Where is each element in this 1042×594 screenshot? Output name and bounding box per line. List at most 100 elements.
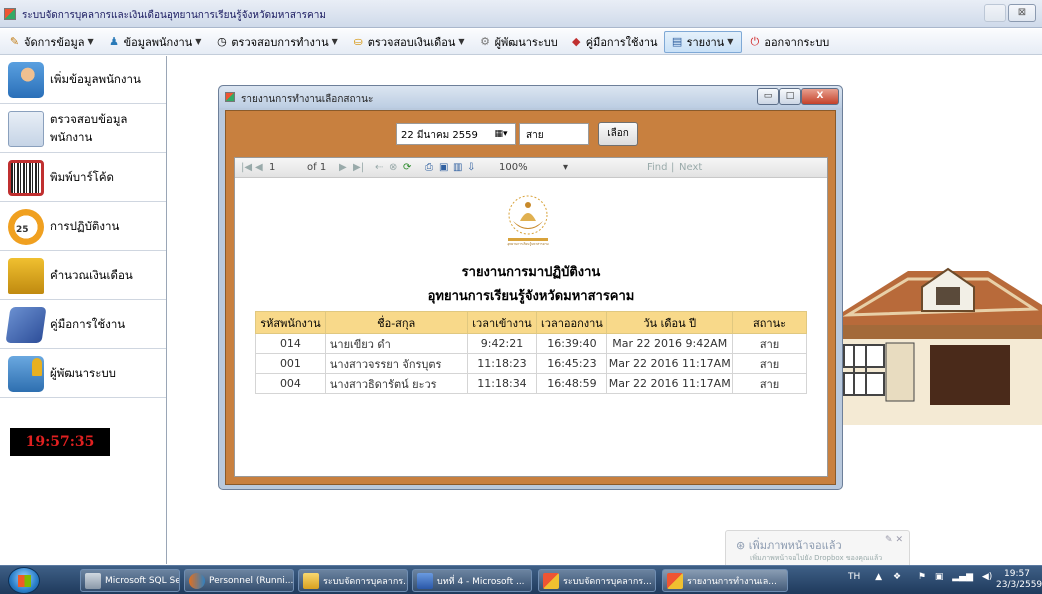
close-button[interactable]: ⊠ [1008,4,1036,22]
chevron-down-icon: ▼ [331,37,338,46]
zoom-select[interactable]: 100% [499,162,528,173]
manual-book-icon [5,306,47,343]
sidebar-item-print-barcode[interactable]: พิมพ์บาร์โค้ด [0,154,166,202]
show-hidden-icons-icon[interactable]: ▲ [875,572,882,582]
volume-icon[interactable]: ◀) [982,572,992,582]
app-window-icon [543,572,559,589]
print-layout-icon[interactable]: ▣ [439,162,448,173]
window-icon [225,92,235,102]
sidebar: เพิ่มข้อมูลพนักงาน ตรวจสอบข้อมูลพนักงาน … [0,56,167,564]
visual-studio-icon [189,572,205,589]
table-cell: 001 [255,353,326,374]
menu-developer[interactable]: ⚙ ผู้พัฒนาระบบ [473,31,564,53]
report-subtitle: อุทยานการเรียนรู้จังหวัดมหาสารคาม [427,289,635,304]
sidebar-item-developer[interactable]: ผู้พัฒนาระบบ [0,350,166,398]
page-number-input[interactable]: 1 [269,162,275,173]
select-button[interactable]: เลือก [598,122,638,146]
organization-logo: อุทยานการเรียนรู้มหาสารคาม [507,195,549,247]
flag-tray-icon[interactable]: ⚑ [918,572,926,582]
refresh-icon[interactable]: ⟳ [403,162,411,173]
chevron-down-icon: ▼ [458,37,465,46]
tray-date: 23/3/2559 [996,580,1042,590]
developer-house-icon [8,355,44,392]
taskbar-item-folder[interactable]: ระบบจัดการบุคลากร... [298,569,408,592]
window-maximize-button[interactable]: □ [779,88,801,105]
status-input[interactable]: สาย [519,123,589,145]
menu-manage-data[interactable]: ✎ จัดการข้อมูล ▼ [2,31,102,53]
report-title: รายงานการมาปฏิบัติงาน [461,265,601,280]
table-cell: สาย [732,333,807,354]
taskbar-item-app[interactable]: ระบบจัดการบุคลากร... [538,569,656,592]
attendance-table: รหัสพนักงาน ชื่อ-สกุล เวลาเข้างาน เวลาออ… [255,311,807,394]
language-indicator[interactable]: TH [848,572,860,582]
print-icon[interactable]: ⎙ [425,162,433,173]
system-tray: TH ▲ ❖ ⚑ ▣ ▂▄▆ ◀) [848,572,992,582]
prev-page-button[interactable]: ◀ [255,162,263,173]
menu-logout[interactable]: ⏻ ออกจากระบบ [742,31,835,53]
column-header: วัน เดือน ปี [606,311,734,334]
calendar-icon: 25 [8,208,44,245]
notification-close-icon[interactable]: ✎ ✕ [885,535,903,545]
sidebar-item-calculate-salary[interactable]: คำนวณเงินเดือน [0,252,166,300]
table-cell: สาย [732,353,807,374]
table-row: 014 นายเขียว ดำ 9:42:21 16:39:40 Mar 22 … [255,333,807,354]
tray-clock[interactable]: 19:57 23/3/2559 [996,569,1042,591]
app-icon [4,8,16,20]
menu-report[interactable]: ▤ รายงาน ▼ [663,30,743,53]
dropbox-notification[interactable]: ⊛ เพิ่มภาพหน้าจอแล้ว เพิ่มภาพหน้าจอไปยัง… [725,530,910,570]
windows-logo-icon [18,575,31,587]
menu-employee-data[interactable]: ♟ ข้อมูลพนักงาน ▼ [102,31,210,53]
add-employee-icon [8,61,44,98]
menu-check-work[interactable]: ◷ ตรวจสอบการทำงาน ▼ [209,31,345,53]
calendar-dropdown-icon[interactable]: ▦▾ [488,124,514,144]
sidebar-item-check-employee[interactable]: ตรวจสอบข้อมูลพนักงาน [0,105,166,153]
column-header: เวลาเข้างาน [466,311,538,334]
first-page-button[interactable]: |◀ [241,162,252,173]
window-minimize-button[interactable]: ▭ [757,88,779,105]
sidebar-item-attendance[interactable]: 25 การปฏิบัติงาน [0,203,166,251]
start-button[interactable] [8,567,40,594]
taskbar-item-personnel[interactable]: Personnel (Runni... [184,569,294,592]
network-icon[interactable]: ▂▄▆ [952,572,973,582]
page-setup-icon[interactable]: ▥ [453,162,462,173]
table-cell: สาย [732,373,807,394]
window-close-button[interactable]: X [801,88,839,105]
find-link[interactable]: Find [647,162,668,173]
calendar-day-label: 25 [16,224,29,235]
stop-icon[interactable]: ⊗ [389,162,397,173]
column-header: สถานะ [732,311,807,334]
edit-icon: ✎ [9,35,20,48]
next-page-button[interactable]: ▶ [339,162,347,173]
chevron-down-icon[interactable]: ▾ [563,162,568,173]
column-header: รหัสพนักงาน [255,311,326,334]
minimize-button[interactable] [984,4,1006,22]
manual-icon: ◆ [571,35,581,48]
taskbar-item-sql-server[interactable]: Microsoft SQL Ser... [80,569,180,592]
back-icon[interactable]: ⇠ [375,162,383,173]
dropbox-tray-icon[interactable]: ❖ [893,572,901,582]
sidebar-item-manual[interactable]: คู่มือการใช้งาน [0,301,166,349]
notification-message: เพิ่มภาพหน้าจอไปยัง Dropbox ของคุณแล้ว [750,554,883,562]
taskbar-item-report[interactable]: รายงานการทำงานเล... [662,569,788,592]
table-row: 004 นางสาวธิดารัตน์ ยะวร 11:18:34 16:48:… [255,373,807,394]
export-icon[interactable]: ⇩ [467,162,475,173]
table-cell: 11:18:34 [466,373,538,394]
menu-manual[interactable]: ◆ คู่มือการใช้งาน [564,31,664,53]
sidebar-item-add-employee[interactable]: เพิ่มข้อมูลพนักงาน [0,56,166,104]
monitor-tray-icon[interactable]: ▣ [935,572,944,582]
taskbar-item-word[interactable]: บทที่ 4 - Microsoft ... [412,569,532,592]
table-cell: 16:39:40 [536,333,608,354]
report-viewer: |◀ ◀ 1 of 1 ▶ ▶| ⇠ ⊗ ⟳ ⎙ ▣ ▥ ⇩ 100% ▾ Fi… [234,157,828,477]
last-page-button[interactable]: ▶| [353,162,364,173]
table-cell: 014 [255,333,326,354]
table-header-row: รหัสพนักงาน ชื่อ-สกุล เวลาเข้างาน เวลาออ… [255,311,807,334]
app-title: ระบบจัดการบุคลากรและเงินเดือนอุทยานการเร… [22,10,326,21]
find-next-link[interactable]: Next [679,162,702,173]
table-cell: 16:48:59 [536,373,608,394]
word-icon [417,572,433,589]
column-header: เวลาออกงาน [536,311,608,334]
report-toolbar: |◀ ◀ 1 of 1 ▶ ▶| ⇠ ⊗ ⟳ ⎙ ▣ ▥ ⇩ 100% ▾ Fi… [235,158,827,178]
chevron-down-icon: ▼ [195,37,202,46]
menu-check-salary[interactable]: ⛀ ตรวจสอบเงินเดือน ▼ [346,31,473,53]
report-window-body: 22 มีนาคม 2559 ▦▾ สาย เลือก |◀ ◀ 1 of 1 … [225,110,836,485]
